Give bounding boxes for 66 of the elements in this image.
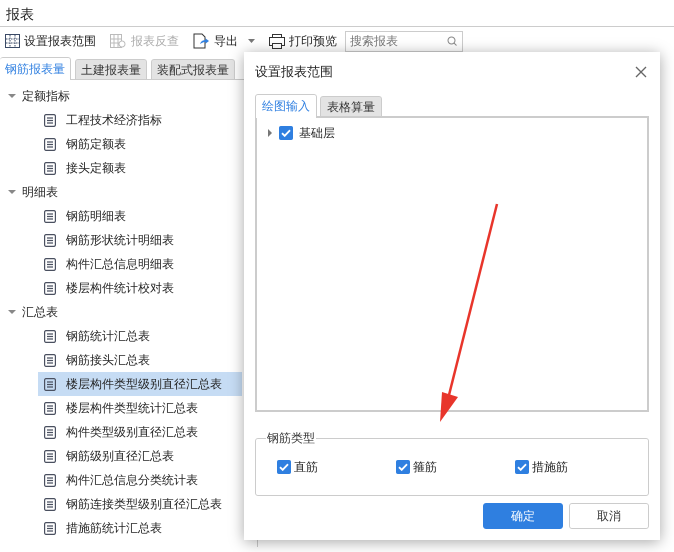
document-icon xyxy=(44,498,56,510)
document-icon xyxy=(44,234,56,246)
table-icon xyxy=(5,34,20,48)
checkbox-label: 直筋 xyxy=(294,458,318,476)
report-tree-item[interactable]: 构件汇总信息明细表 xyxy=(38,252,242,276)
report-tree-item[interactable]: 钢筋明细表 xyxy=(38,204,242,228)
report-tab[interactable]: 土建报表量 xyxy=(75,59,147,79)
report-tree-item[interactable]: 钢筋连接类型级别直径汇总表 xyxy=(38,492,242,516)
report-tree-item[interactable]: 钢筋级别直径汇总表 xyxy=(38,444,242,468)
document-icon xyxy=(44,138,56,150)
search-field[interactable]: 搜索报表 xyxy=(345,30,463,52)
checkbox[interactable] xyxy=(515,460,529,474)
report-tree-item[interactable]: 钢筋形状统计明细表 xyxy=(38,228,242,252)
tree-group-label[interactable]: 汇总表 xyxy=(22,304,58,320)
expand-arrow-icon[interactable] xyxy=(8,188,16,196)
document-icon xyxy=(44,474,56,486)
checkbox[interactable] xyxy=(396,460,410,474)
document-icon xyxy=(44,426,56,438)
cancel-button[interactable]: 取消 xyxy=(569,503,649,529)
expand-arrow-icon[interactable] xyxy=(8,308,16,316)
export-icon xyxy=(193,33,210,49)
table-search-icon xyxy=(110,34,127,48)
dialog-tab[interactable]: 表格算量 xyxy=(320,96,382,116)
report-tree-item[interactable]: 钢筋统计汇总表 xyxy=(38,324,242,348)
document-icon xyxy=(44,354,56,366)
checkbox-label: 箍筋 xyxy=(413,458,437,476)
document-icon xyxy=(44,450,56,462)
report-tree-item[interactable]: 钢筋定额表 xyxy=(38,132,242,156)
window-title: 报表 xyxy=(5,6,35,25)
checkbox[interactable] xyxy=(277,460,291,474)
collapse-arrow-icon[interactable] xyxy=(267,129,273,137)
document-icon xyxy=(44,114,56,126)
report-tree-item[interactable]: 钢筋接头汇总表 xyxy=(38,348,242,372)
report-tab[interactable]: 装配式报表量 xyxy=(151,59,235,79)
ok-button[interactable]: 确定 xyxy=(483,503,563,529)
report-tree-item[interactable]: 楼层构件统计校对表 xyxy=(38,276,242,300)
report-tree-item[interactable]: 楼层构件类型级别直径汇总表 xyxy=(38,372,242,396)
document-icon xyxy=(44,522,56,534)
document-icon xyxy=(44,330,56,342)
dialog-title: 设置报表范围 xyxy=(255,64,333,81)
toolbar-button[interactable]: 打印预览 xyxy=(267,30,339,52)
floor-label: 基础层 xyxy=(299,124,335,142)
report-tree-item[interactable]: 构件类型级别直径汇总表 xyxy=(38,420,242,444)
document-icon xyxy=(44,258,56,270)
report-tab[interactable]: 钢筋报表量 xyxy=(0,57,71,80)
report-tree-item[interactable]: 构件汇总信息分类统计表 xyxy=(38,468,242,492)
group-title: 钢筋类型 xyxy=(266,430,316,447)
report-tree-item[interactable]: 工程技术经济指标 xyxy=(38,108,242,132)
document-icon xyxy=(44,210,56,222)
print-preview-icon xyxy=(269,34,285,48)
report-tree-item[interactable]: 接头定额表 xyxy=(38,156,242,180)
checkbox[interactable] xyxy=(279,126,293,140)
toolbar-button[interactable]: 导出 xyxy=(191,30,257,52)
document-icon xyxy=(44,282,56,294)
report-tree-item[interactable]: 措施筋统计汇总表 xyxy=(38,516,242,540)
document-icon xyxy=(44,402,56,414)
checkbox-label: 措施筋 xyxy=(532,458,568,476)
document-icon xyxy=(44,378,56,390)
toolbar-button[interactable]: 设置报表范围 xyxy=(3,30,98,52)
document-icon xyxy=(44,162,56,174)
tree-group-label[interactable]: 明细表 xyxy=(22,184,58,200)
close-icon[interactable] xyxy=(635,66,647,78)
tree-group-label[interactable]: 定额指标 xyxy=(22,88,70,104)
report-tree-item[interactable]: 楼层构件类型统计汇总表 xyxy=(38,396,242,420)
dialog-tab[interactable]: 绘图输入 xyxy=(255,94,317,118)
expand-arrow-icon[interactable] xyxy=(8,92,16,100)
